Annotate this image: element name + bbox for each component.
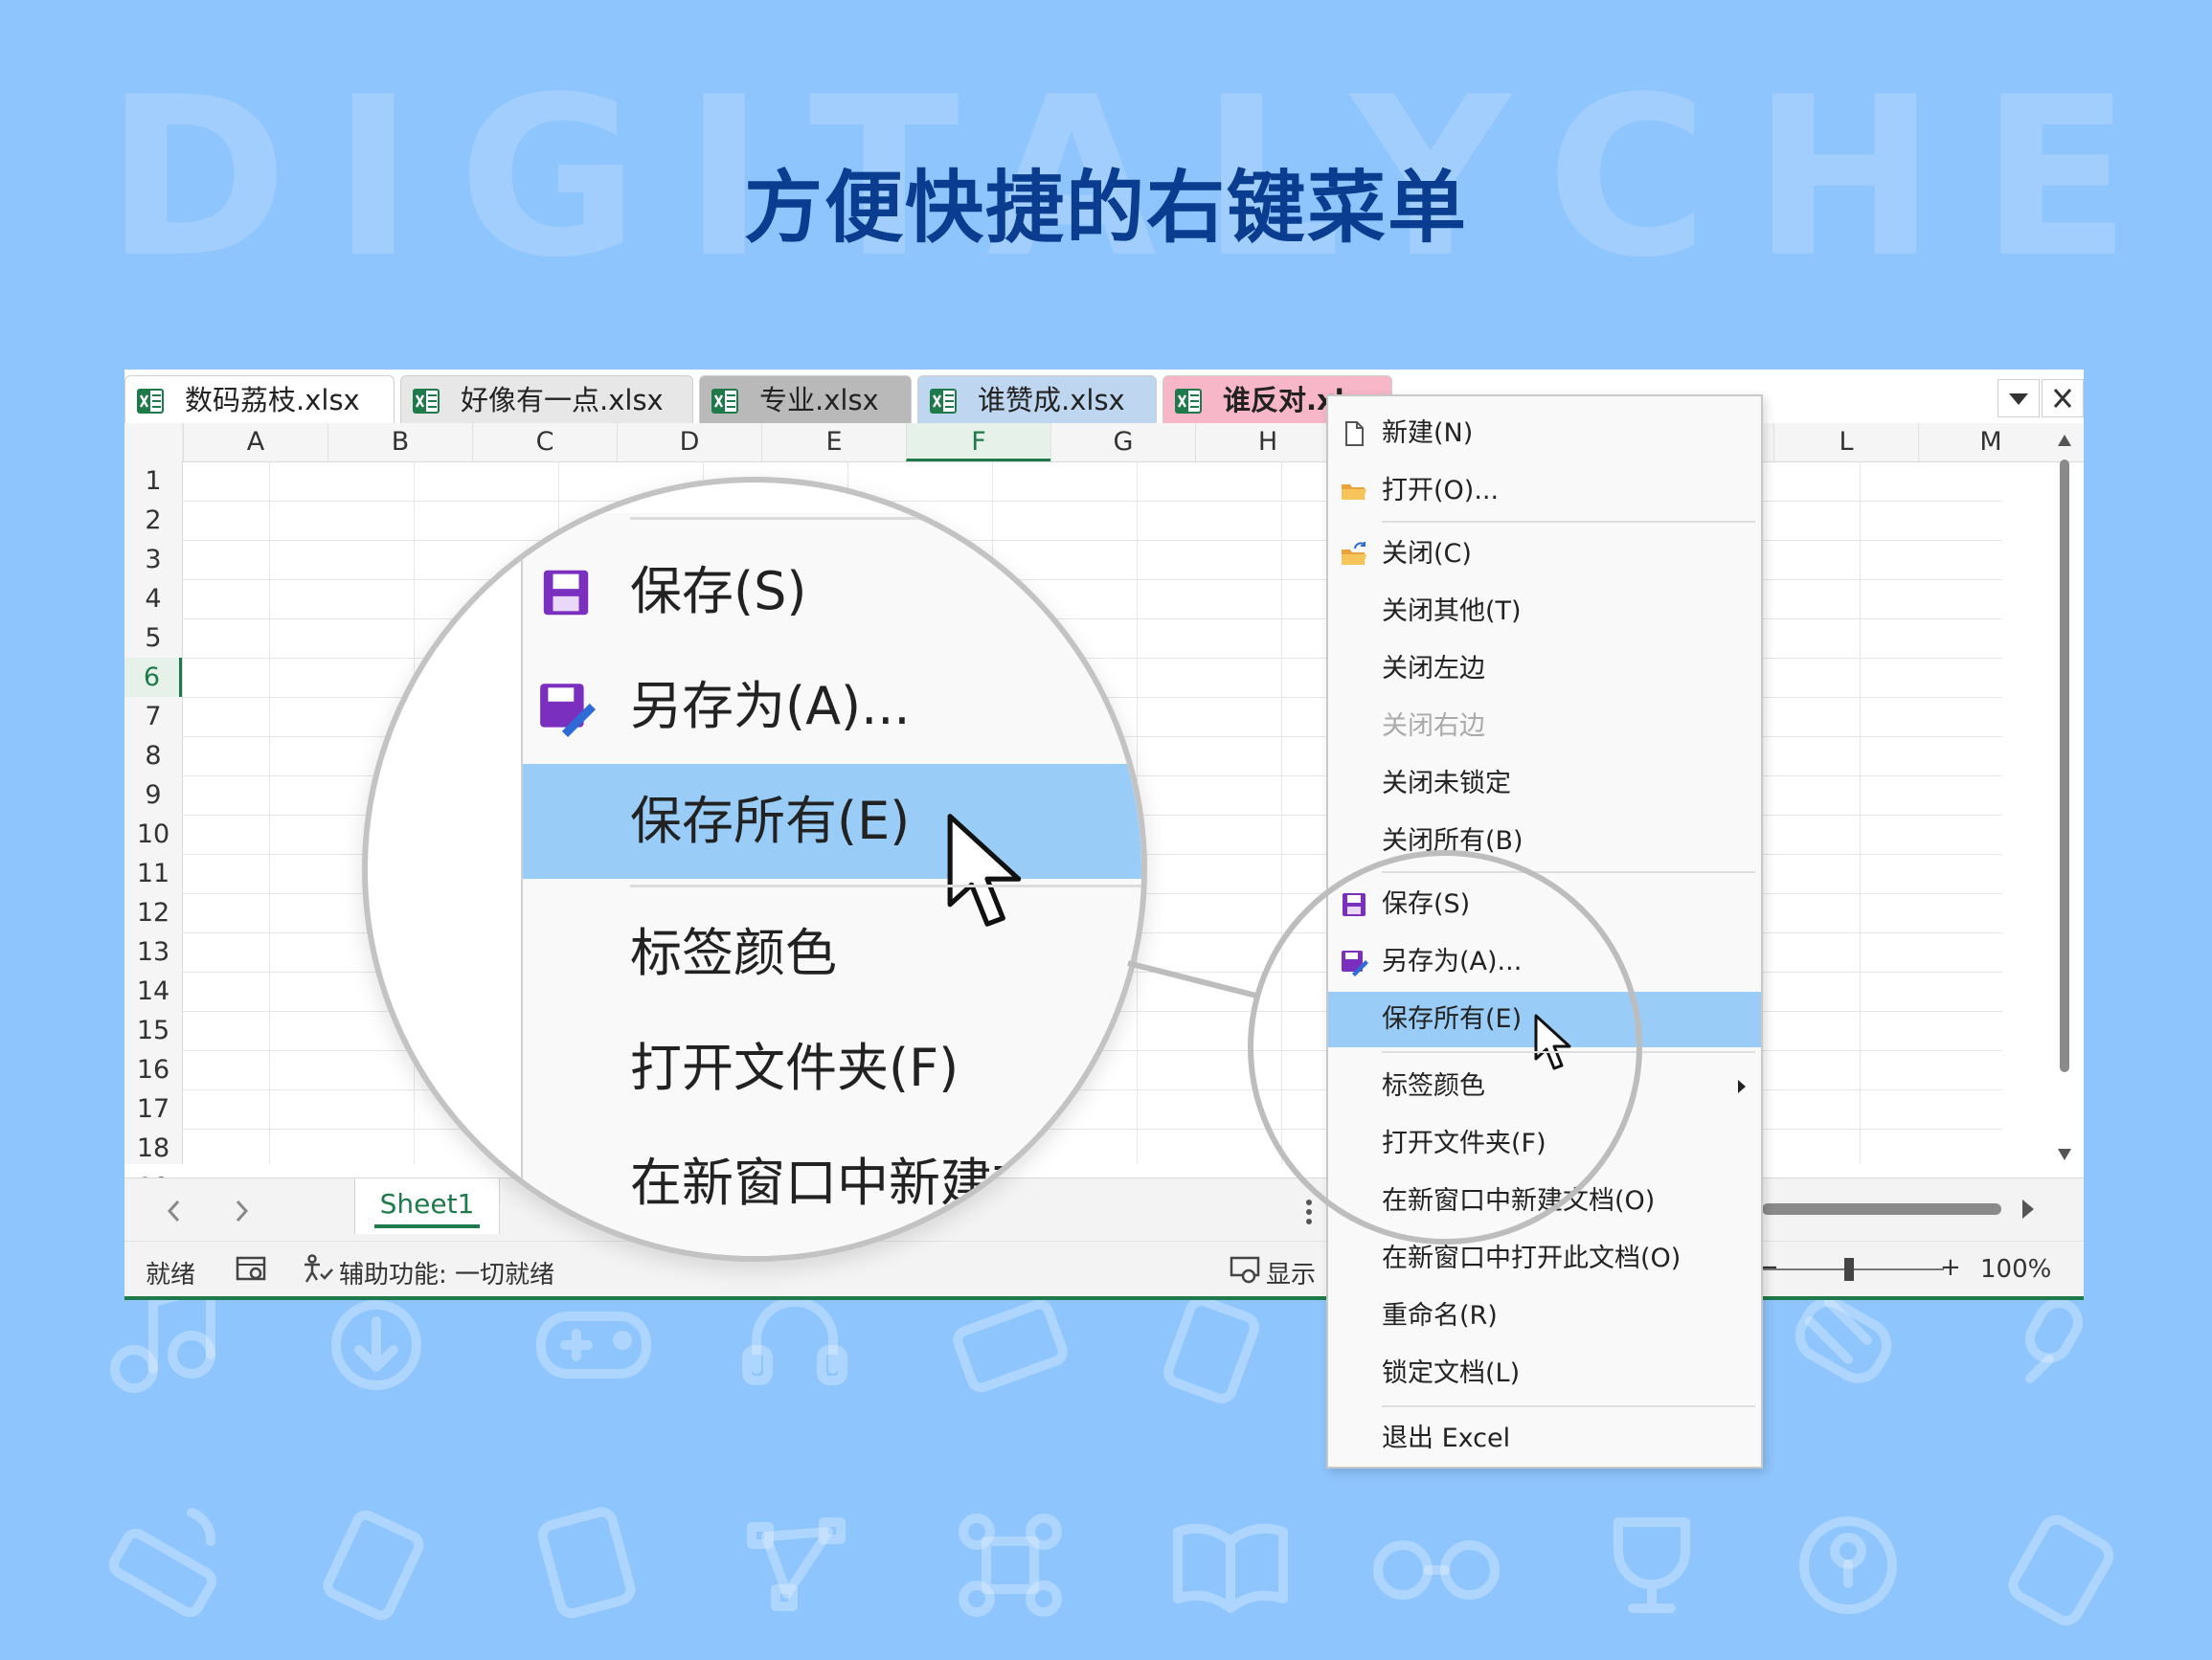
magnifier-connector-line xyxy=(1127,960,1257,998)
